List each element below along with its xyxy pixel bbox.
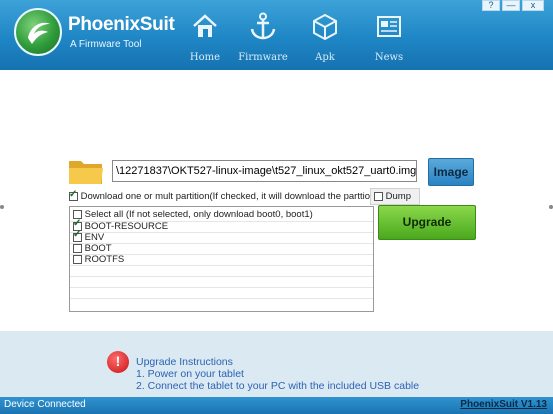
nav-firmware[interactable]: Firmware (238, 8, 288, 66)
partition-row-boot[interactable]: BOOT (73, 244, 112, 254)
version-link[interactable]: PhoenixSuit V1.13 (460, 399, 547, 410)
partition-row-rootfs[interactable]: ROOTFS (73, 255, 124, 265)
dump-label: Dump (385, 191, 411, 202)
list-divider (70, 287, 373, 288)
list-divider (70, 265, 373, 266)
device-status: Device Connected (4, 399, 86, 410)
minimize-button[interactable]: — (502, 0, 520, 11)
nav-news-label: News (374, 52, 404, 63)
upgrade-button[interactable]: Upgrade (378, 205, 476, 240)
home-icon (193, 14, 217, 37)
env-checkbox[interactable] (73, 230, 82, 242)
nav-news[interactable]: News (364, 8, 414, 66)
partition-option-row[interactable]: Download one or mult partition(If checke… (69, 189, 391, 202)
partition-row-env[interactable]: ENV (73, 230, 105, 244)
instruction-step: 2. Connect the tablet to your PC with th… (136, 380, 420, 392)
nav-home-label: Home (189, 52, 221, 63)
partition-list[interactable]: Select all (If not selected, only downlo… (69, 206, 374, 312)
dump-option[interactable]: Dump (370, 188, 420, 205)
window-edge-marker-left (0, 205, 4, 209)
list-divider (70, 232, 373, 233)
boot-checkbox[interactable] (73, 244, 82, 253)
phoenix-logo-icon (14, 8, 62, 56)
select-all-row[interactable]: Select all (If not selected, only downlo… (73, 210, 313, 220)
header-bar: PhoenixSuit A Firmware Tool Home Firmwar… (0, 0, 553, 70)
instructions-title: Upgrade Instructions (136, 356, 233, 368)
status-bar: Device Connected PhoenixSuit V1.13 (0, 397, 553, 414)
alert-icon: ! (107, 351, 129, 373)
nav-apk-label: Apk (315, 52, 335, 63)
list-divider (70, 276, 373, 277)
news-icon (377, 16, 401, 37)
anchor-icon (250, 12, 276, 40)
nav-apk[interactable]: Apk (300, 8, 350, 66)
partition-label: ROOTFS (84, 254, 125, 266)
partition-label: BOOT (84, 243, 112, 255)
list-divider (70, 243, 373, 244)
cube-icon (313, 13, 337, 40)
partition-option-checkbox[interactable] (69, 189, 78, 201)
firmware-path-field[interactable] (112, 160, 417, 182)
nav-firmware-label: Firmware (238, 52, 288, 63)
partition-row-boot-resource[interactable]: BOOT-RESOURCE (73, 219, 169, 233)
dump-checkbox[interactable] (374, 191, 383, 201)
image-button[interactable]: Image (428, 158, 474, 186)
nav-home[interactable]: Home (180, 8, 230, 66)
brand-tagline: A Firmware Tool (70, 39, 142, 50)
list-divider (70, 298, 373, 299)
brand-name: PhoenixSuit (68, 14, 175, 35)
rootfs-checkbox[interactable] (73, 255, 82, 264)
instructions-panel: ! Upgrade Instructions 1. Power on your … (0, 331, 553, 397)
instruction-step: 1. Power on your tablet (136, 368, 244, 380)
folder-icon[interactable] (68, 156, 104, 186)
partition-label: ENV (84, 232, 105, 244)
window-edge-marker-right (549, 205, 553, 209)
help-button[interactable]: ? (482, 0, 500, 11)
partition-label: BOOT-RESOURCE (84, 221, 169, 233)
close-button[interactable]: x (522, 0, 544, 11)
partition-option-label: Download one or mult partition(If checke… (80, 191, 391, 202)
select-all-label: Select all (If not selected, only downlo… (84, 209, 313, 221)
phoenixsuit-window: PhoenixSuit A Firmware Tool Home Firmwar… (0, 0, 553, 414)
